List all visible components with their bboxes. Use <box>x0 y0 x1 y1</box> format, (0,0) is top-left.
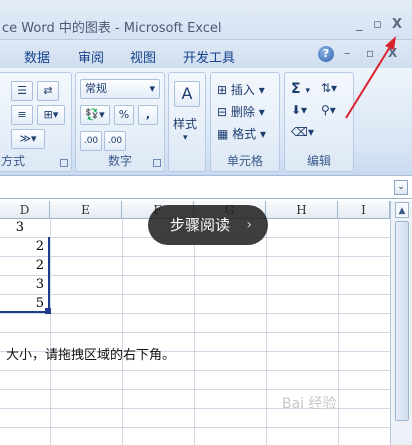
arrow-shaft <box>345 41 394 119</box>
arrow-head <box>385 36 396 50</box>
annotation-arrow <box>345 36 396 119</box>
watermark: Bai 经验 <box>282 396 337 412</box>
